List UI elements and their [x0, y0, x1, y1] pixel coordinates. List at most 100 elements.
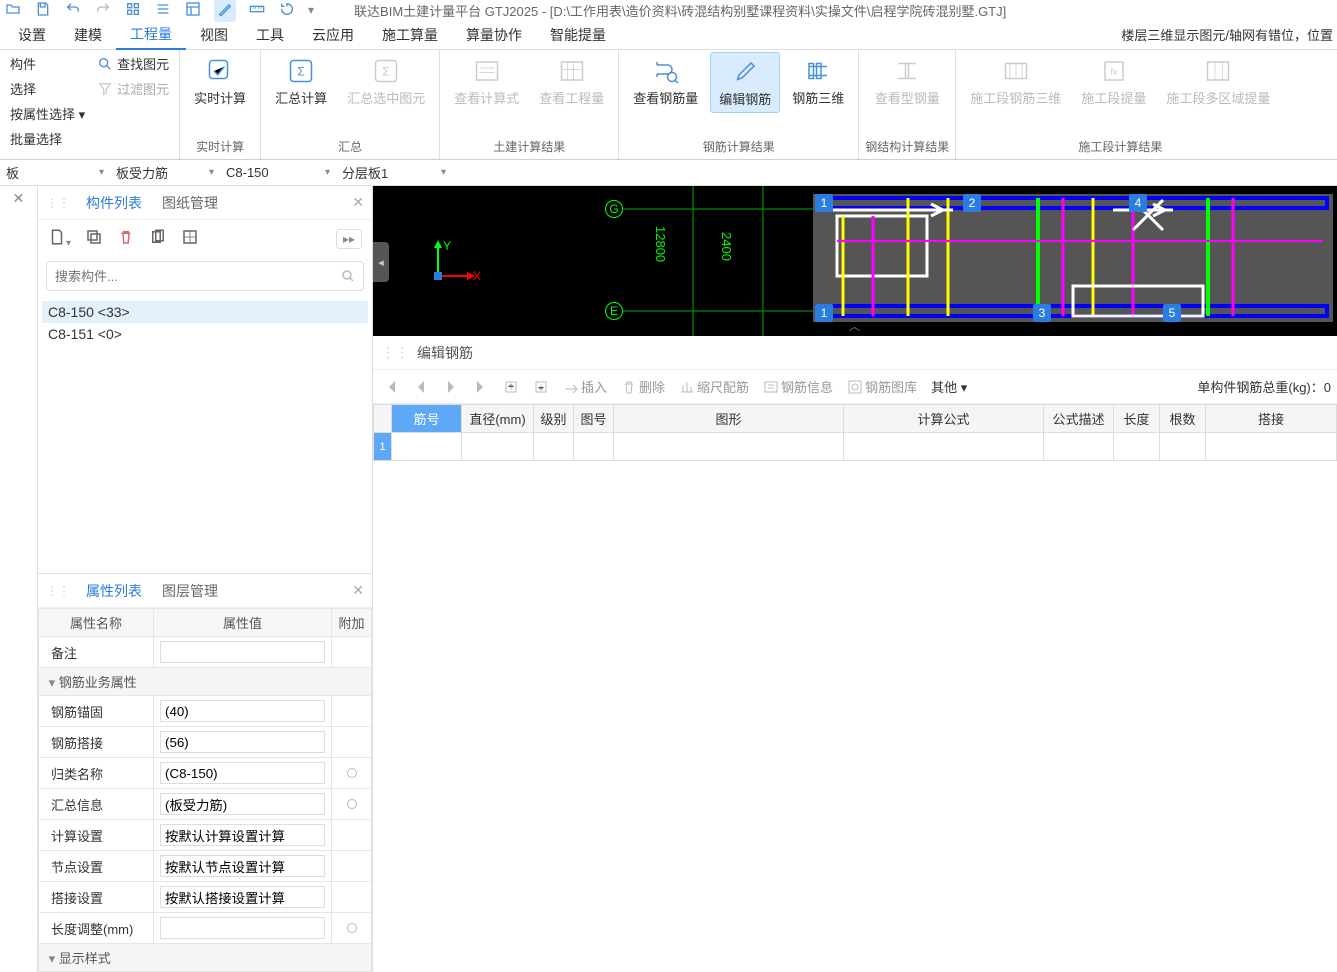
col-lap[interactable]: 搭接 — [1206, 405, 1337, 433]
menu-tools[interactable]: 工具 — [242, 21, 298, 49]
tab-properties[interactable]: 属性列表 — [76, 577, 152, 605]
prop-value[interactable] — [154, 789, 332, 820]
prop-value[interactable] — [154, 727, 332, 758]
prop-value[interactable] — [154, 758, 332, 789]
btn-constr-multiregion[interactable]: 施工段多区域提量 — [1158, 52, 1278, 111]
copy-icon[interactable] — [85, 228, 103, 249]
nav-first-icon[interactable] — [379, 379, 403, 395]
btn-summary-calc[interactable]: Σ汇总计算 — [267, 52, 335, 111]
btn-filter-element[interactable]: 过滤图元 — [93, 77, 173, 100]
col-formula-desc[interactable]: 公式描述 — [1044, 405, 1114, 433]
selector-spec[interactable]: C8-150▾ — [220, 162, 336, 184]
menu-quantity[interactable]: 工程量 — [116, 20, 186, 50]
btn-delete[interactable]: 删除 — [617, 377, 669, 396]
menu-smart[interactable]: 智能提量 — [536, 21, 620, 49]
prop-extra[interactable] — [332, 758, 372, 789]
tab-layer-mgmt[interactable]: 图层管理 — [152, 577, 228, 605]
btn-realtime-calc[interactable]: 实时计算 — [186, 52, 254, 111]
collapse-handle[interactable]: ◂ — [373, 242, 389, 282]
menu-view[interactable]: 视图 — [186, 21, 242, 49]
qat-more[interactable]: ▾ — [308, 3, 314, 17]
selector-category[interactable]: 板▾ — [0, 162, 110, 184]
redo-icon[interactable] — [94, 1, 112, 20]
prop-category[interactable]: ▾ 显示样式 — [39, 944, 372, 972]
layout-icon[interactable] — [181, 228, 199, 249]
grip-icon[interactable]: ⋮⋮ — [46, 584, 70, 598]
nav-last-icon[interactable] — [469, 379, 493, 395]
delete-icon[interactable] — [117, 228, 135, 249]
prop-value[interactable] — [154, 696, 332, 727]
menu-constr-qty[interactable]: 施工算量 — [368, 21, 452, 49]
btn-insert[interactable]: 插入 — [559, 377, 611, 396]
grip-icon[interactable]: ⋮⋮ — [381, 344, 409, 361]
prop-extra[interactable] — [332, 696, 372, 727]
prop-extra[interactable] — [332, 789, 372, 820]
selector-layer[interactable]: 分层板1▾ — [336, 162, 452, 184]
close-icon[interactable]: ✕ — [13, 190, 25, 207]
btn-view-formula[interactable]: 查看计算式 — [446, 52, 527, 111]
btn-rebar-info[interactable]: 钢筋信息 — [759, 377, 837, 396]
prop-extra[interactable] — [332, 727, 372, 758]
prop-value[interactable] — [154, 882, 332, 913]
menu-collab[interactable]: 算量协作 — [452, 21, 536, 49]
list-item[interactable]: C8-151 <0> — [42, 323, 368, 345]
prop-extra[interactable] — [332, 637, 372, 668]
prop-value[interactable] — [154, 820, 332, 851]
btn-view-rebar-qty[interactable]: 查看钢筋量 — [625, 52, 706, 111]
drawing-viewport[interactable]: ◂ Y X G E 12800 2400 — [373, 186, 1337, 336]
selector-type[interactable]: 板受力筋▾ — [110, 162, 220, 184]
list-icon[interactable] — [154, 1, 172, 20]
col-count[interactable]: 根数 — [1160, 405, 1206, 433]
layout-icon[interactable] — [184, 1, 202, 20]
btn-batch-select[interactable]: 批量选择 — [6, 127, 89, 150]
btn-rebar-lib[interactable]: 钢筋图库 — [843, 377, 921, 396]
chevron-down-icon[interactable]: ︿ — [849, 318, 860, 334]
prop-extra[interactable] — [332, 820, 372, 851]
prop-value[interactable] — [154, 851, 332, 882]
close-icon[interactable]: ✕ — [352, 582, 364, 599]
undo-icon[interactable] — [64, 1, 82, 20]
table-row[interactable]: 1 — [374, 433, 1337, 461]
close-icon[interactable]: ✕ — [352, 194, 364, 211]
col-shape[interactable]: 图形 — [614, 405, 844, 433]
more-icon[interactable]: ▸▸ — [336, 229, 362, 249]
search-input[interactable] — [55, 269, 341, 284]
btn-select[interactable]: 选择 — [6, 77, 89, 100]
btn-find-element[interactable]: 查找图元 — [93, 52, 173, 75]
open-icon[interactable] — [4, 1, 22, 20]
btn-select-by-prop[interactable]: 按属性选择 ▾ — [6, 102, 89, 125]
move-up-icon[interactable] — [499, 379, 523, 395]
btn-constr-rebar3d[interactable]: 施工段钢筋三维 — [962, 52, 1069, 111]
btn-rebar-3d[interactable]: 钢筋三维 — [784, 52, 852, 111]
prop-category[interactable]: ▾ 钢筋业务属性 — [39, 668, 372, 696]
btn-other[interactable]: 其他 ▾ — [927, 377, 971, 396]
btn-summary-selected[interactable]: Σ汇总选中图元 — [339, 52, 433, 111]
menu-settings[interactable]: 设置 — [4, 21, 60, 49]
prop-value[interactable] — [154, 637, 332, 668]
menu-cloud[interactable]: 云应用 — [298, 21, 368, 49]
tab-component-list[interactable]: 构件列表 — [76, 189, 152, 217]
prop-extra[interactable] — [332, 851, 372, 882]
move-down-icon[interactable] — [529, 379, 553, 395]
btn-edit-rebar[interactable]: 编辑钢筋 — [710, 52, 780, 113]
prop-value[interactable] — [154, 913, 332, 944]
grip-icon[interactable]: ⋮⋮ — [46, 196, 70, 210]
grid-icon[interactable] — [124, 1, 142, 20]
col-drawnum[interactable]: 图号 — [574, 405, 614, 433]
ruler-icon[interactable] — [248, 1, 266, 20]
col-barnum[interactable]: 筋号 — [392, 405, 462, 433]
refresh-icon[interactable] — [278, 1, 296, 20]
menu-model[interactable]: 建模 — [60, 21, 116, 49]
btn-view-steel-qty[interactable]: 查看型钢量 — [867, 52, 948, 111]
col-grade[interactable]: 级别 — [534, 405, 574, 433]
new-icon[interactable]: ▾ — [48, 228, 71, 249]
btn-scale-rebar[interactable]: 缩尺配筋 — [675, 377, 753, 396]
btn-component[interactable]: 构件 — [6, 52, 89, 75]
list-item[interactable]: C8-150 <33> — [42, 301, 368, 323]
nav-next-icon[interactable] — [439, 379, 463, 395]
col-formula[interactable]: 计算公式 — [844, 405, 1044, 433]
btn-view-quantity[interactable]: 查看工程量 — [531, 52, 612, 111]
duplicate-icon[interactable] — [149, 228, 167, 249]
tab-drawing-mgmt[interactable]: 图纸管理 — [152, 189, 228, 217]
col-diameter[interactable]: 直径(mm) — [462, 405, 534, 433]
